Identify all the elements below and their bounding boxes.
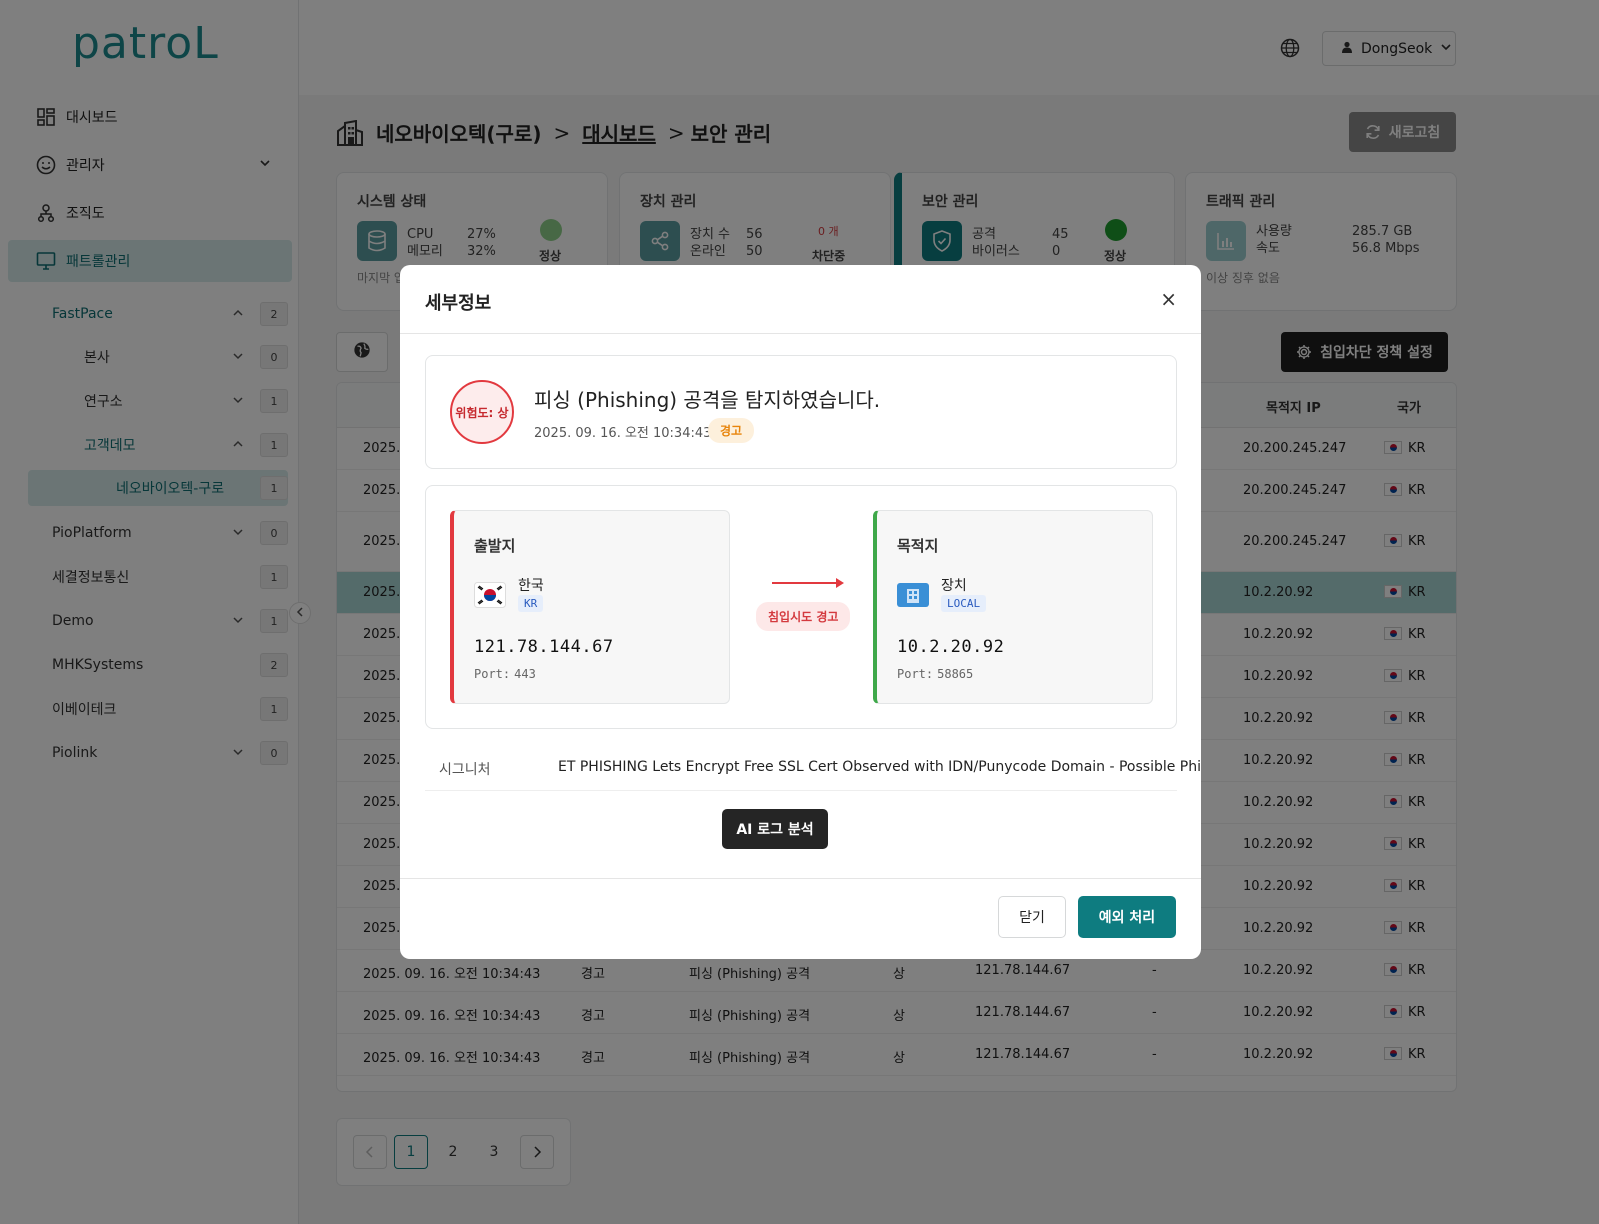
alert-title: 피싱 (Phishing) 공격을 탐지하였습니다. (534, 388, 881, 412)
detail-modal: 세부정보 × 위험도: 상 피싱 (Phishing) 공격을 탐지하였습니다.… (400, 265, 1201, 959)
modal-header: 세부정보 × (400, 265, 1201, 334)
building-device-icon (897, 581, 929, 609)
source-country: 한국 (518, 578, 544, 594)
close-button[interactable]: 닫기 (998, 896, 1066, 938)
port-value: 58865 (937, 667, 974, 681)
source-port: Port: 443 (474, 667, 536, 681)
port-label: Port: (897, 667, 934, 681)
source-ip: 121.78.144.67 (474, 637, 614, 657)
destination-ip: 10.2.20.92 (897, 637, 1005, 657)
korea-flag-icon (474, 581, 506, 609)
destination-name: 장치 (941, 578, 967, 594)
destination-label: 목적지 (897, 537, 939, 555)
modal-title: 세부정보 (425, 293, 492, 314)
source-country-code: KR (518, 595, 544, 612)
destination-panel: 목적지 장치 LOCAL 10.2.20.92 Port: 58865 (873, 510, 1153, 704)
destination-port: Port: 58865 (897, 667, 973, 681)
modal-footer: 닫기 예외 처리 (400, 878, 1201, 959)
ai-log-analysis-button[interactable]: AI 로그 분석 (722, 809, 828, 849)
alert-level-tag: 경고 (708, 418, 755, 443)
port-value: 443 (514, 667, 536, 681)
close-icon[interactable]: × (1160, 287, 1177, 311)
source-label: 출발지 (474, 537, 516, 555)
port-label: Port: (474, 667, 511, 681)
intrusion-warning-tag: 침입시도 경고 (756, 602, 851, 631)
traffic-flow: 출발지 한국 KR 121.78.144.67 Port: 443 침입시도 경고… (425, 485, 1177, 729)
signature-row: 시그니처 ET PHISHING Lets Encrypt Free SSL C… (425, 749, 1201, 791)
risk-level-badge: 위험도: 상 (450, 380, 514, 444)
signature-value: ET PHISHING Lets Encrypt Free SSL Cert O… (558, 759, 1201, 775)
flow-arrow-icon (772, 578, 844, 588)
alert-timestamp: 2025. 09. 16. 오전 10:34:43 (534, 426, 712, 441)
exception-button[interactable]: 예외 처리 (1078, 896, 1176, 938)
signature-label: 시그니처 (439, 762, 491, 778)
source-panel: 출발지 한국 KR 121.78.144.67 Port: 443 (450, 510, 730, 704)
alert-summary: 위험도: 상 피싱 (Phishing) 공격을 탐지하였습니다. 2025. … (425, 355, 1177, 469)
destination-code: LOCAL (941, 595, 987, 612)
